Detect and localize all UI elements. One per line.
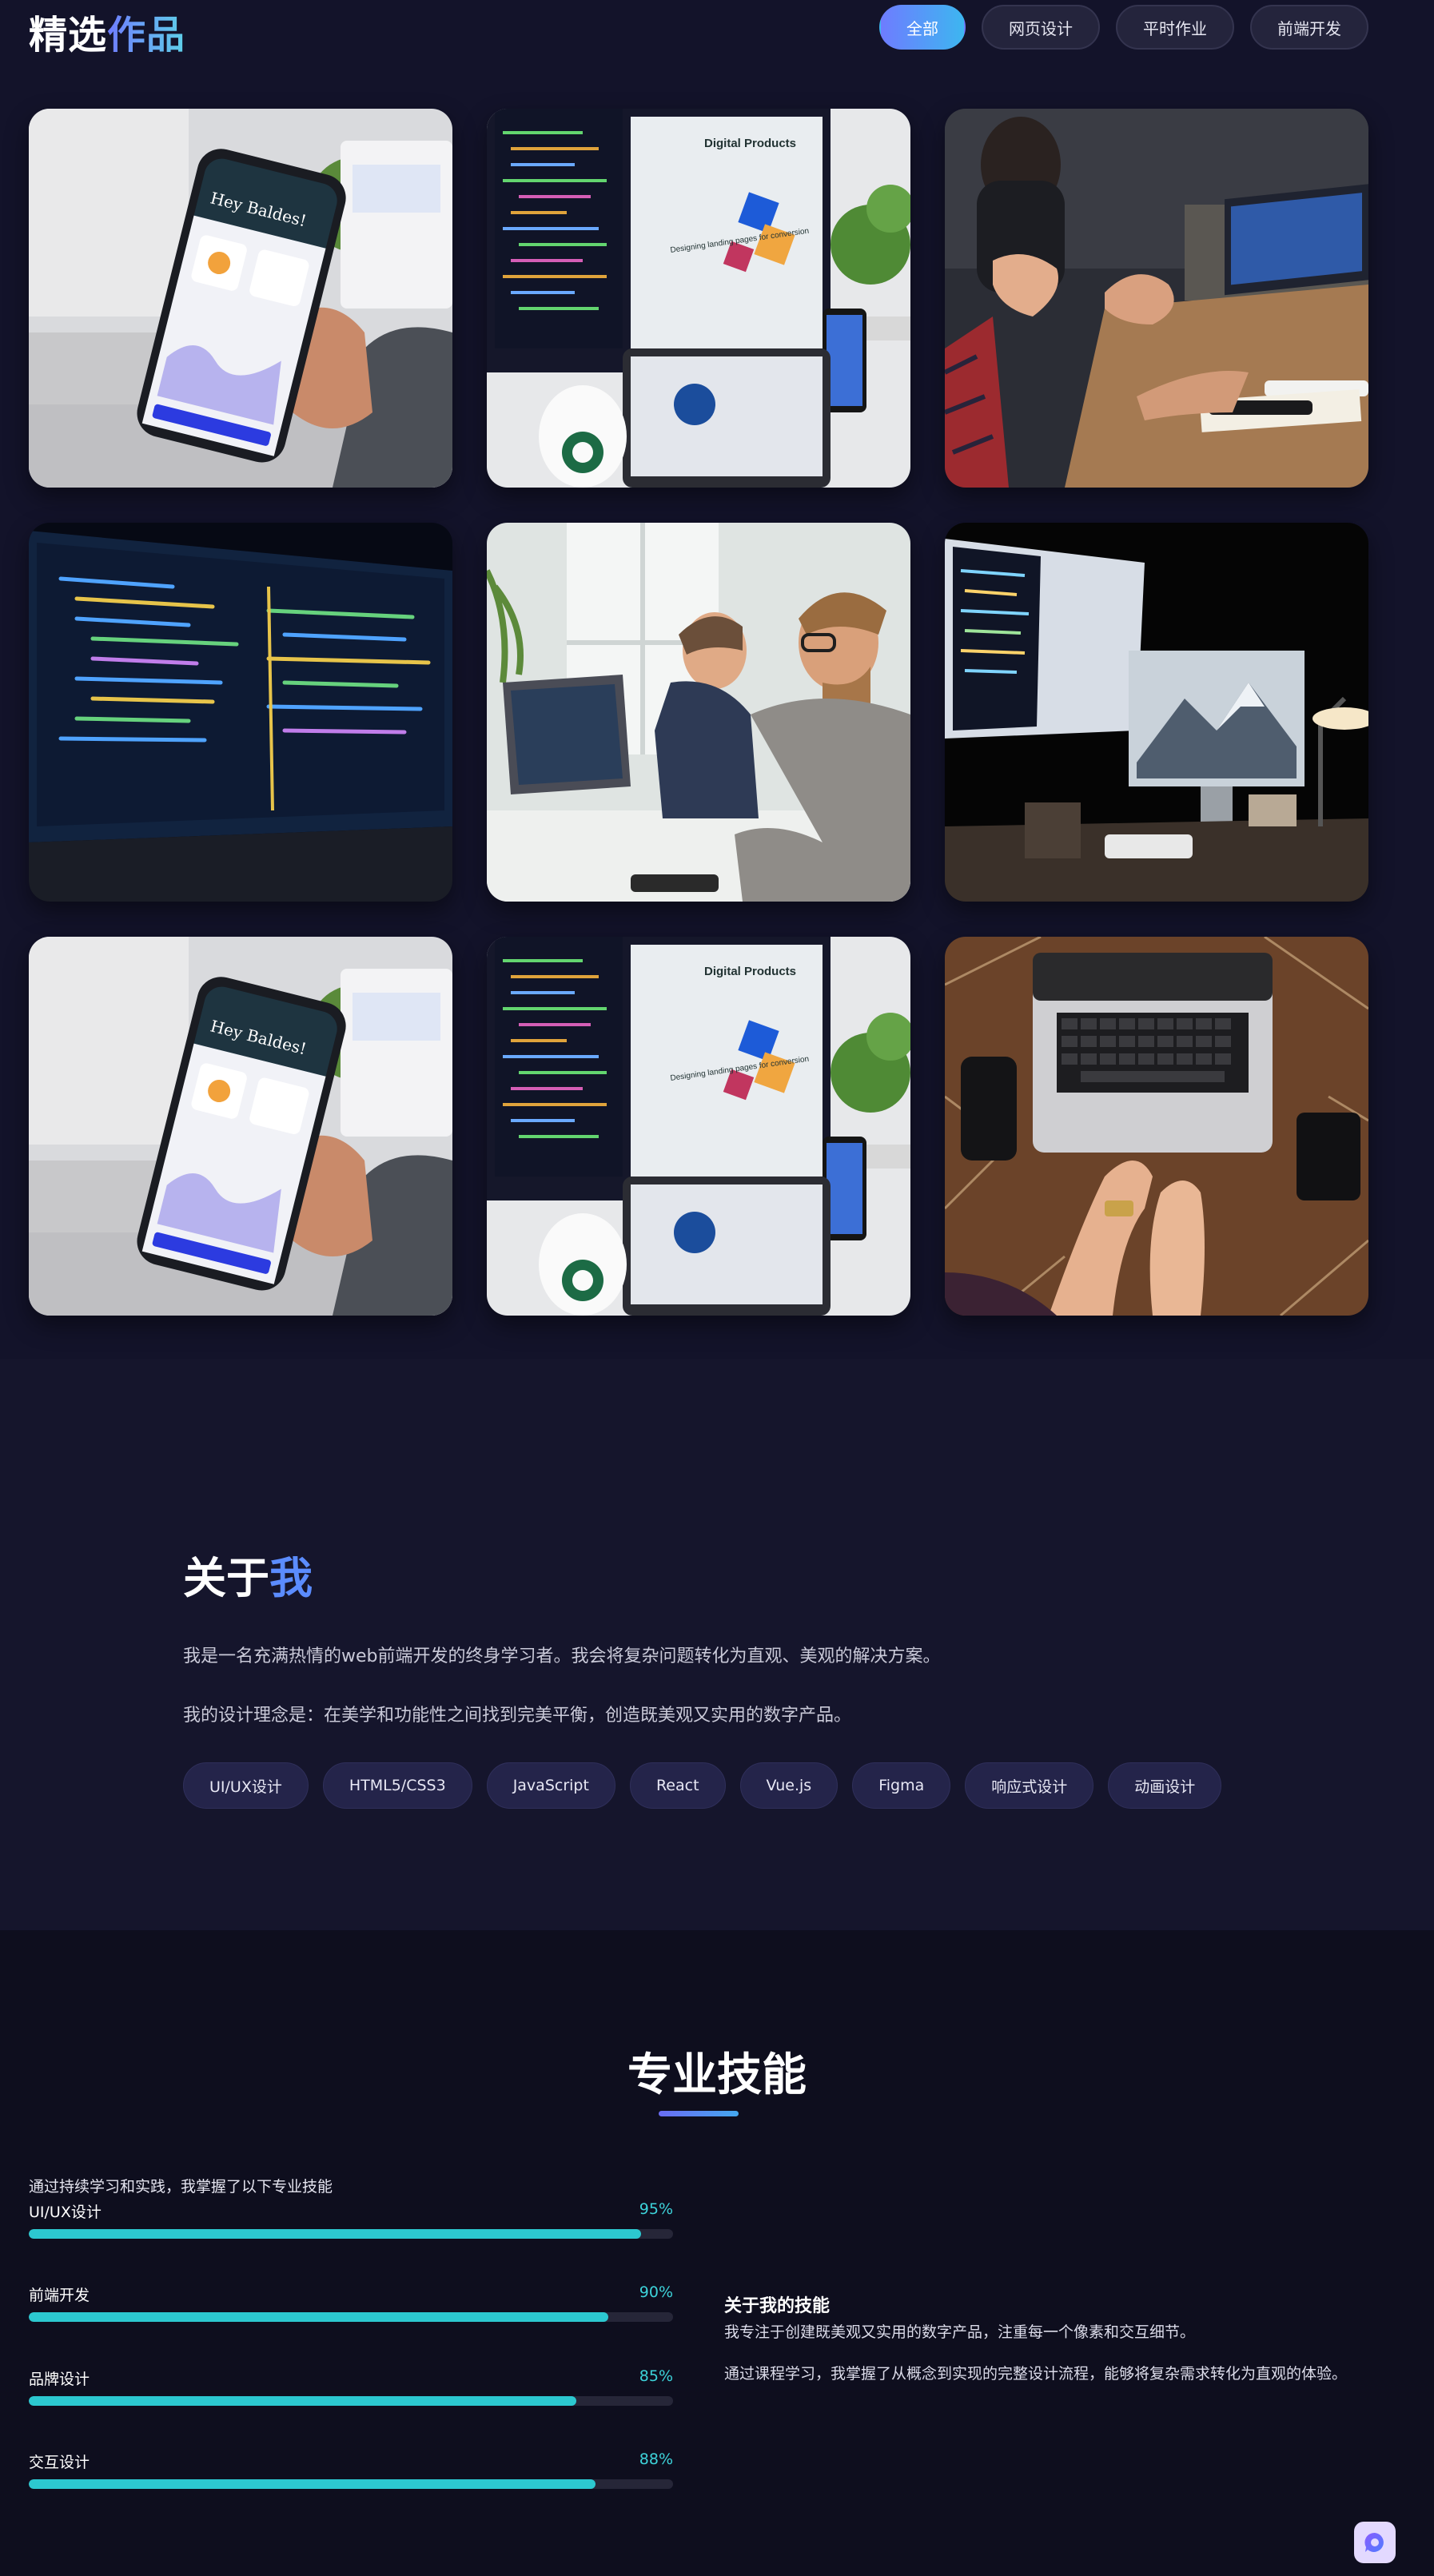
filter-bar: 全部 网页设计 平时作业 前端开发 bbox=[879, 5, 1368, 50]
skill-progress-track bbox=[29, 2479, 673, 2489]
hands-typing-laptop-photo bbox=[945, 937, 1368, 1316]
about-paragraph-1: 我是一名充满热情的web前端开发的终身学习者。我会将复杂问题转化为直观、美观的解… bbox=[183, 1646, 941, 1666]
work-card-phone-dashboard[interactable]: Hey Baldes! bbox=[29, 109, 452, 488]
filter-homework-button[interactable]: 平时作业 bbox=[1116, 5, 1234, 50]
skill-progress-fill bbox=[29, 2479, 596, 2489]
works-title-part1: 精选 bbox=[29, 13, 108, 58]
tag-react: React bbox=[629, 1762, 726, 1809]
work-card-phone-dashboard-2[interactable]: Hey Baldes! bbox=[29, 937, 452, 1316]
tag-responsive: 响应式设计 bbox=[965, 1762, 1094, 1809]
chat-bubble-icon bbox=[1364, 2532, 1384, 2552]
filter-all-button[interactable]: 全部 bbox=[879, 5, 966, 50]
men-working-at-desk-photo bbox=[487, 523, 910, 902]
skill-name: 前端开发 bbox=[29, 2287, 90, 2304]
tag-uiux: UI/UX设计 bbox=[183, 1762, 309, 1809]
tag-javascript: JavaScript bbox=[486, 1762, 615, 1809]
skill-name: 品牌设计 bbox=[29, 2371, 90, 2388]
works-title: 精选作品 bbox=[29, 3, 185, 59]
skills-side-title: 关于我的技能 bbox=[724, 2296, 831, 2316]
works-header: 精选作品 全部 网页设计 平时作业 前端开发 bbox=[29, 0, 1368, 59]
monitor-heading-text: Digital Products bbox=[704, 965, 796, 978]
skills-side-paragraph-2: 通过课程学习，我掌握了从概念到实现的完整设计流程，能够将复杂需求转化为直观的体验… bbox=[724, 2365, 1348, 2383]
skill-progress-track bbox=[29, 2229, 673, 2239]
skill-name: 交互设计 bbox=[29, 2454, 90, 2471]
about-title-part1: 关于 bbox=[183, 1553, 269, 1603]
tag-figma: Figma bbox=[852, 1762, 951, 1809]
skills-side-paragraph-1: 我专注于创建既美观又实用的数字产品，注重每一个像素和交互细节。 bbox=[724, 2323, 1196, 2341]
skill-progress-track bbox=[29, 2312, 673, 2322]
skills-side-panel: 关于我的技能 我专注于创建既美观又实用的数字产品，注重每一个像素和交互细节。 通… bbox=[724, 2291, 1356, 2386]
skills-section: 专业技能 通过持续学习和实践，我掌握了以下专业技能 UI/UX设计 95% 前端… bbox=[0, 1930, 1434, 2576]
skills-title: 专业技能 bbox=[627, 2049, 807, 2101]
skills-intro: 通过持续学习和实践，我掌握了以下专业技能 bbox=[29, 2178, 333, 2196]
skill-progress-fill bbox=[29, 2229, 641, 2239]
monitor-heading-text: Digital Products bbox=[704, 137, 796, 150]
phone-dashboard-photo: Hey Baldes! bbox=[29, 109, 452, 488]
work-card-dark-desk[interactable] bbox=[945, 523, 1368, 902]
code-monitor-digital-products-photo: Digital Products Designing landing pages… bbox=[487, 937, 910, 1316]
skills-title-underline bbox=[659, 2111, 739, 2116]
work-card-hands-typing[interactable] bbox=[945, 937, 1368, 1316]
phone-dashboard-photo: Hey Baldes! bbox=[29, 937, 452, 1316]
team-meeting-laptop-photo bbox=[945, 109, 1368, 488]
skill-percent: 95% bbox=[639, 2200, 673, 2218]
skill-percent: 90% bbox=[639, 2283, 673, 2301]
skill-tags: UI/UX设计 HTML5/CSS3 JavaScript React Vue.… bbox=[183, 1762, 1222, 1809]
works-gallery: Hey Baldes! Digital Products Designing l… bbox=[29, 109, 1368, 1316]
code-monitor-digital-products-photo: Digital Products Designing landing pages… bbox=[487, 109, 910, 488]
skill-progress-track bbox=[29, 2396, 673, 2406]
work-card-men-working[interactable] bbox=[487, 523, 910, 902]
skill-percent: 88% bbox=[639, 2451, 673, 2468]
dark-desk-imac-photo bbox=[945, 523, 1368, 902]
skill-name: UI/UX设计 bbox=[29, 2204, 102, 2221]
work-card-code-monitor-2[interactable]: Digital Products Designing landing pages… bbox=[487, 937, 910, 1316]
about-paragraph-2: 我的设计理念是：在美学和功能性之间找到完美平衡，创造既美观又实用的数字产品。 bbox=[183, 1706, 852, 1726]
works-title-part2: 作品 bbox=[107, 13, 186, 58]
laptop-code-closeup-photo bbox=[29, 523, 452, 902]
tag-html-css: HTML5/CSS3 bbox=[322, 1762, 472, 1809]
skill-progress-fill bbox=[29, 2396, 577, 2406]
work-card-laptop-code[interactable] bbox=[29, 523, 452, 902]
skill-progress-fill bbox=[29, 2312, 609, 2322]
work-card-code-monitor[interactable]: Digital Products Designing landing pages… bbox=[487, 109, 910, 488]
work-card-team-meeting[interactable] bbox=[945, 109, 1368, 488]
tag-vue: Vue.js bbox=[739, 1762, 838, 1809]
filter-web-design-button[interactable]: 网页设计 bbox=[982, 5, 1100, 50]
tag-animation: 动画设计 bbox=[1108, 1762, 1222, 1809]
chat-assistant-button[interactable] bbox=[1354, 2522, 1396, 2563]
about-title: 关于我 bbox=[183, 1543, 313, 1606]
about-title-part2: 我 bbox=[269, 1553, 313, 1603]
filter-frontend-button[interactable]: 前端开发 bbox=[1250, 5, 1368, 50]
skill-percent: 85% bbox=[639, 2367, 673, 2385]
about-section: 关于我 我是一名充满热情的web前端开发的终身学习者。我会将复杂问题转化为直观、… bbox=[0, 1359, 1434, 1930]
